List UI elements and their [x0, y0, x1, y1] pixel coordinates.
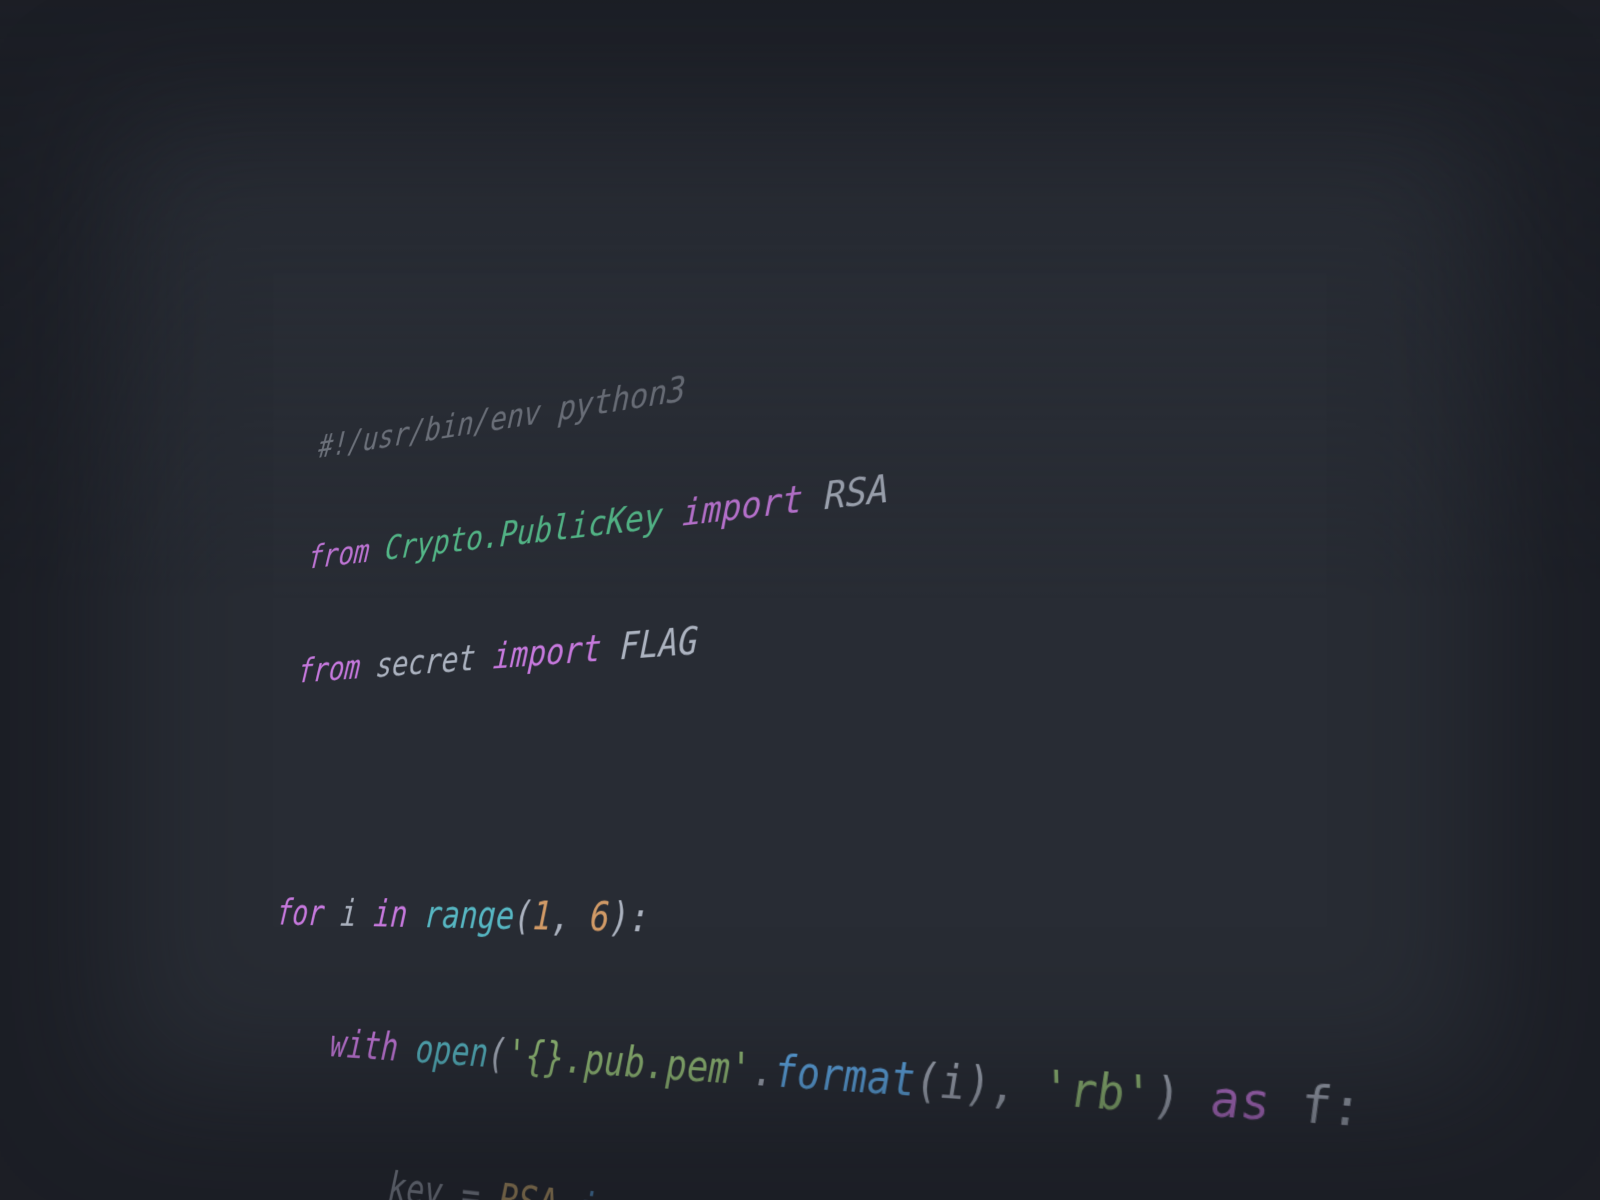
token-i: i [940, 1056, 966, 1111]
token-dot: . [557, 1183, 579, 1200]
token-num: 6 [589, 895, 610, 941]
token-f: f [1298, 1076, 1333, 1137]
token-open: open [414, 1027, 489, 1077]
code-line-4 [285, 690, 1600, 821]
token-key: key [387, 1165, 444, 1200]
token-comma: , [991, 1059, 1044, 1117]
token-module: secret [375, 639, 477, 686]
token-name: FLAG [620, 620, 699, 668]
token-import: import [492, 628, 602, 677]
token-module: Crypto.PublicKey [384, 496, 664, 568]
token-import: import [682, 478, 804, 534]
code-scene: #!/usr/bin/env python3 from Crypto.Publi… [0, 0, 1600, 1200]
token-comma: , [551, 895, 591, 940]
token-in: in [372, 893, 409, 936]
token-importKey: importKey [577, 1185, 773, 1200]
token-string: 'rb' [1043, 1062, 1154, 1125]
token-rparen: ) [609, 895, 631, 941]
token-as: as [1180, 1070, 1302, 1136]
token-colon: : [629, 895, 651, 941]
token-from: from [307, 532, 371, 576]
token-eq: = [441, 1170, 500, 1200]
token-with: with [329, 1023, 400, 1071]
token-shebang: #!/usr/bin/env python3 [317, 370, 687, 466]
code-line-5: for i in range(1, 6): [274, 882, 1600, 990]
token-from: from [297, 648, 362, 691]
token-for: for [275, 893, 326, 934]
token-range: range [423, 894, 515, 939]
token-string: '{}.pub.pem' [506, 1032, 753, 1095]
code-block: #!/usr/bin/env python3 from Crypto.Publi… [212, 83, 1600, 1200]
token-rparen: ) [965, 1058, 991, 1113]
token-name: RSA [824, 467, 889, 518]
token-rsa: RSA [498, 1176, 559, 1200]
token-colon: : [1329, 1078, 1365, 1140]
token-dot: . [752, 1046, 775, 1098]
token-format: format [774, 1047, 916, 1107]
token-lparen: ( [915, 1055, 940, 1109]
token-rparen: ) [1152, 1068, 1183, 1127]
